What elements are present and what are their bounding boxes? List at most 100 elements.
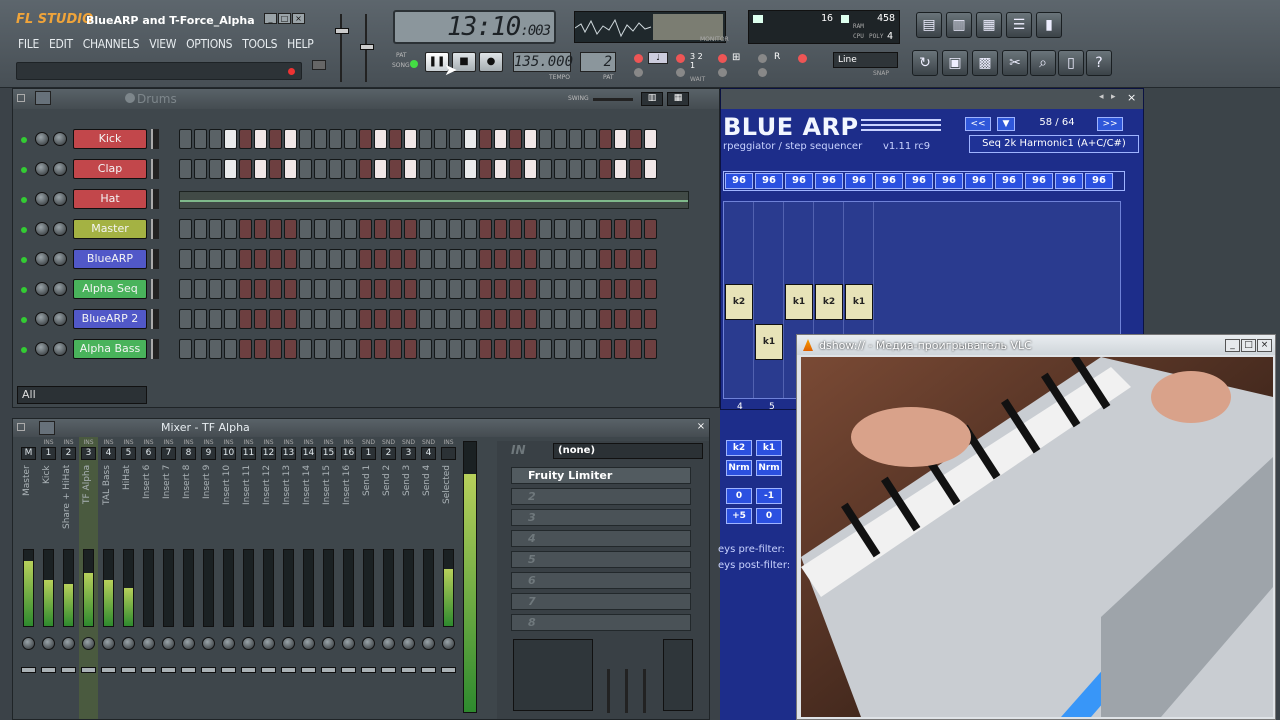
step-button[interactable] bbox=[479, 279, 492, 299]
step-button[interactable] bbox=[584, 339, 597, 359]
step-button[interactable] bbox=[434, 159, 447, 179]
step-button[interactable] bbox=[509, 339, 522, 359]
track-pan-knob[interactable] bbox=[102, 637, 115, 650]
step-button[interactable] bbox=[524, 249, 537, 269]
loop-led[interactable] bbox=[676, 68, 685, 77]
mixer-track[interactable]: SND 4 Send 4 bbox=[419, 437, 438, 719]
fx-slot[interactable]: 7 bbox=[511, 593, 691, 610]
graph-editor-icon[interactable]: ▥ bbox=[641, 92, 663, 106]
step-button[interactable] bbox=[314, 159, 327, 179]
track-volume-fader[interactable] bbox=[281, 667, 296, 673]
step-button[interactable] bbox=[569, 309, 582, 329]
mixer-track[interactable]: INS 1 Kick bbox=[39, 437, 58, 719]
track-volume-fader[interactable] bbox=[161, 667, 176, 673]
fx-slot[interactable]: 8 bbox=[511, 614, 691, 631]
step-button[interactable] bbox=[404, 279, 417, 299]
step-button[interactable] bbox=[554, 129, 567, 149]
step-button[interactable] bbox=[479, 219, 492, 239]
channel-select[interactable] bbox=[151, 129, 159, 149]
step-button[interactable] bbox=[629, 129, 642, 149]
step-button[interactable] bbox=[614, 159, 627, 179]
blend-led[interactable] bbox=[798, 54, 807, 63]
step-button[interactable] bbox=[524, 159, 537, 179]
snap-selector[interactable]: Line bbox=[833, 52, 898, 68]
browser-icon[interactable]: ☰ bbox=[1006, 12, 1032, 38]
channel-pan-knob[interactable] bbox=[53, 282, 67, 296]
key-cell[interactable]: k2 bbox=[726, 440, 752, 456]
step-button[interactable] bbox=[254, 159, 267, 179]
velocity-cell[interactable]: 96 bbox=[1055, 173, 1083, 189]
mixer-track[interactable]: INS 15 Insert 15 bbox=[319, 437, 338, 719]
step-button[interactable] bbox=[299, 129, 312, 149]
channel-led[interactable] bbox=[21, 227, 27, 233]
search-icon[interactable]: ⌕ bbox=[1030, 50, 1056, 76]
step-button[interactable] bbox=[314, 129, 327, 149]
step-button[interactable] bbox=[629, 309, 642, 329]
pattern-icon[interactable] bbox=[125, 93, 135, 103]
mixer-track[interactable]: INS 4 TAL Bass bbox=[99, 437, 118, 719]
record-button[interactable]: ● bbox=[479, 52, 503, 72]
velocity-cell[interactable]: 96 bbox=[905, 173, 933, 189]
velocity-cell[interactable]: 96 bbox=[725, 173, 753, 189]
step-button[interactable] bbox=[239, 129, 252, 149]
step-button[interactable] bbox=[629, 339, 642, 359]
step-button[interactable] bbox=[404, 129, 417, 149]
channel-select[interactable] bbox=[151, 309, 159, 329]
minimize-icon[interactable]: _ bbox=[264, 13, 277, 24]
step-button[interactable] bbox=[569, 249, 582, 269]
step-button[interactable] bbox=[314, 249, 327, 269]
step-button[interactable] bbox=[389, 129, 402, 149]
step-button[interactable] bbox=[479, 339, 492, 359]
step-button[interactable] bbox=[239, 339, 252, 359]
mixer-icon[interactable]: ▮ bbox=[1036, 12, 1062, 38]
eq-band-3-slider[interactable] bbox=[643, 669, 646, 713]
step-button[interactable] bbox=[419, 249, 432, 269]
mixer-track[interactable]: INS 16 Insert 16 bbox=[339, 437, 358, 719]
step-button[interactable] bbox=[284, 279, 297, 299]
channel-select[interactable] bbox=[151, 279, 159, 299]
track-volume-fader[interactable] bbox=[381, 667, 396, 673]
step-button[interactable] bbox=[179, 159, 192, 179]
track-volume-fader[interactable] bbox=[201, 667, 216, 673]
step-button[interactable] bbox=[284, 219, 297, 239]
step-button[interactable] bbox=[314, 309, 327, 329]
step-button[interactable] bbox=[269, 309, 282, 329]
song-time-display[interactable]: 13:10:003 bbox=[393, 10, 556, 44]
step-button[interactable] bbox=[374, 159, 387, 179]
menu-channels[interactable]: CHANNELS bbox=[83, 37, 140, 55]
step-button[interactable] bbox=[554, 339, 567, 359]
octave-cell[interactable]: 0 bbox=[726, 488, 752, 504]
channel-pan-knob[interactable] bbox=[53, 312, 67, 326]
track-pan-knob[interactable] bbox=[302, 637, 315, 650]
step-button[interactable] bbox=[584, 129, 597, 149]
step-button[interactable] bbox=[599, 309, 612, 329]
menu-file[interactable]: FILE bbox=[18, 37, 39, 55]
track-pan-knob[interactable] bbox=[362, 637, 375, 650]
mode-cell[interactable]: Nrm bbox=[726, 460, 752, 476]
step-button[interactable] bbox=[629, 219, 642, 239]
track-volume-fader[interactable] bbox=[321, 667, 336, 673]
step-button[interactable] bbox=[224, 339, 237, 359]
step-button[interactable] bbox=[359, 249, 372, 269]
output-selector[interactable] bbox=[663, 639, 693, 711]
master-pitch-slider[interactable] bbox=[360, 14, 379, 82]
step-button[interactable] bbox=[329, 219, 342, 239]
step-button[interactable] bbox=[344, 339, 357, 359]
mixer-track[interactable]: SND 3 Send 3 bbox=[399, 437, 418, 719]
velocity-cell[interactable]: 96 bbox=[965, 173, 993, 189]
step-button[interactable] bbox=[329, 309, 342, 329]
step-button[interactable] bbox=[449, 219, 462, 239]
step-button[interactable] bbox=[524, 339, 537, 359]
step-button[interactable] bbox=[179, 249, 192, 269]
mixer-track[interactable]: INS 2 Share + HiHat bbox=[59, 437, 78, 719]
step-button[interactable] bbox=[554, 279, 567, 299]
step-button[interactable] bbox=[224, 309, 237, 329]
channel-pan-knob[interactable] bbox=[53, 132, 67, 146]
track-volume-fader[interactable] bbox=[101, 667, 116, 673]
channel-pan-knob[interactable] bbox=[53, 252, 67, 266]
step-button[interactable] bbox=[644, 309, 657, 329]
step-button[interactable] bbox=[644, 219, 657, 239]
step-button[interactable] bbox=[299, 249, 312, 269]
step-button[interactable] bbox=[239, 249, 252, 269]
step-button[interactable] bbox=[509, 249, 522, 269]
